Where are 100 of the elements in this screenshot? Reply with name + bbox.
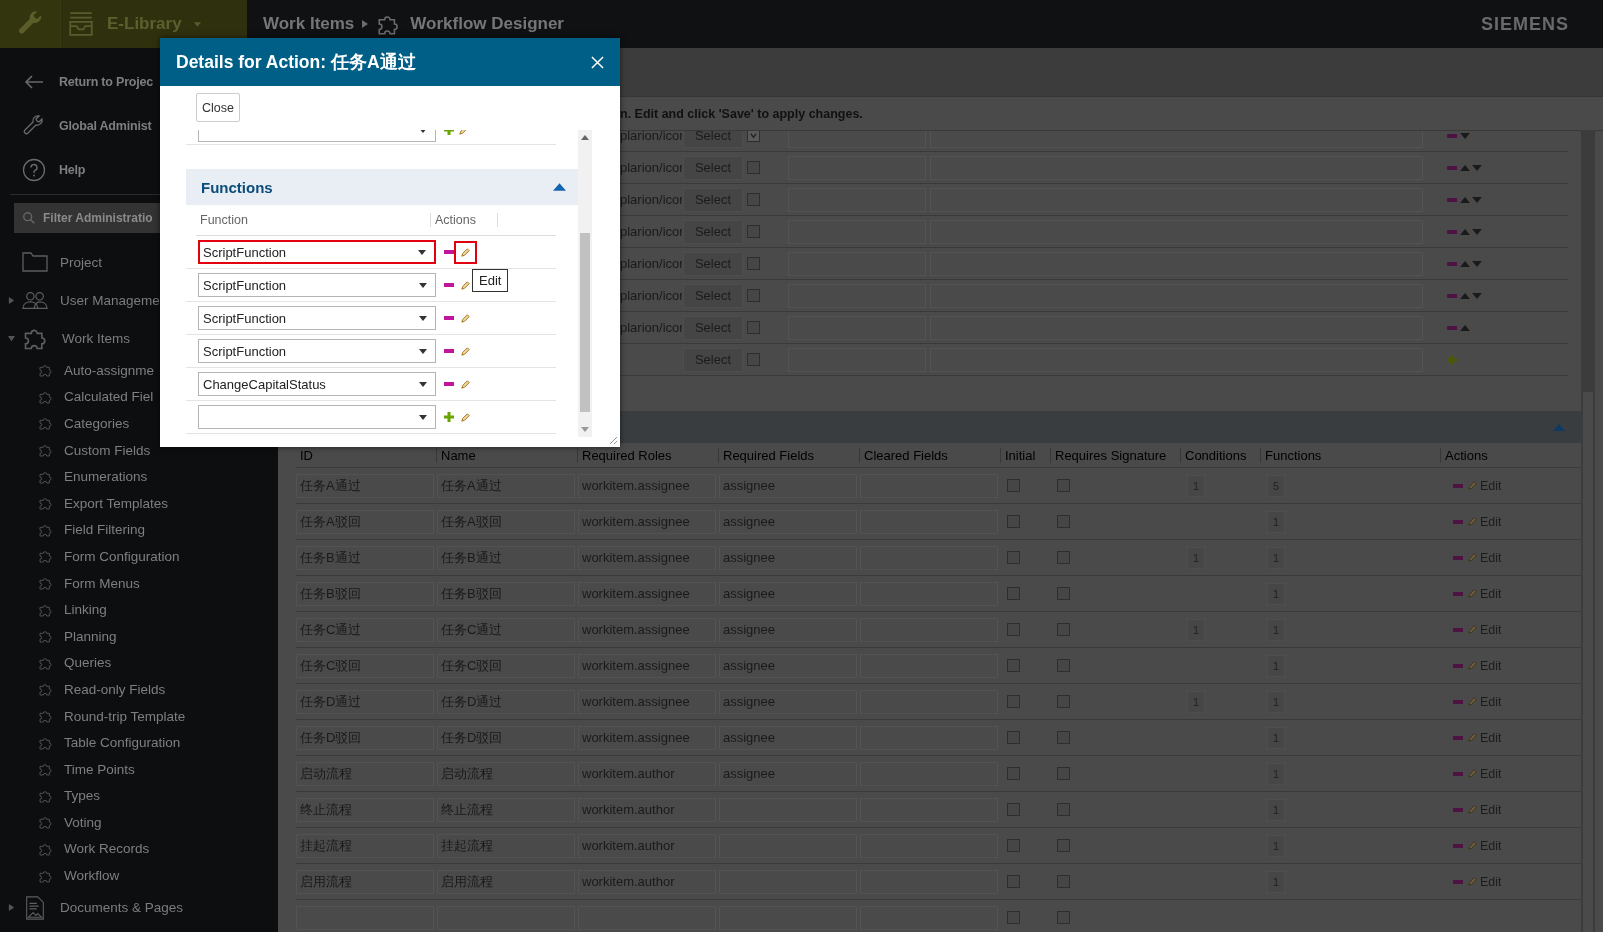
checkbox[interactable] <box>747 161 760 174</box>
tree-item[interactable]: Planning <box>0 622 278 650</box>
pencil-icon[interactable] <box>1467 552 1478 563</box>
checkbox[interactable] <box>1057 551 1070 564</box>
expand-arrow-icon[interactable] <box>7 904 15 912</box>
dropdown[interactable]: ScriptFunction <box>198 240 436 264</box>
checkbox[interactable] <box>747 289 760 302</box>
checkbox[interactable] <box>1007 695 1020 708</box>
remove-icon[interactable] <box>444 316 454 320</box>
reorder-icon[interactable] <box>1460 132 1470 139</box>
checkbox[interactable] <box>1057 695 1070 708</box>
tree-item[interactable]: Export Templates <box>0 489 278 517</box>
pencil-icon[interactable] <box>1467 804 1478 815</box>
reorder-icon[interactable] <box>1460 164 1482 171</box>
remove-icon[interactable] <box>1447 133 1457 138</box>
checkbox[interactable] <box>1007 479 1020 492</box>
tree-item[interactable]: Documents & Pages <box>0 888 278 927</box>
remove-icon[interactable] <box>1453 735 1463 740</box>
remove-icon[interactable] <box>1453 843 1463 848</box>
tree-item[interactable]: Queries <box>0 649 278 677</box>
tree-item[interactable]: Voting <box>0 809 278 836</box>
remove-icon[interactable] <box>444 250 454 254</box>
checkbox[interactable] <box>1007 767 1020 780</box>
dropdown[interactable]: ScriptFunction <box>198 273 436 297</box>
remove-icon[interactable] <box>1453 663 1463 668</box>
pencil-icon[interactable] <box>1467 660 1478 671</box>
tree-item[interactable]: Read-only Fields <box>0 676 278 703</box>
tree-item[interactable]: Workflow <box>0 862 278 889</box>
checkbox[interactable] <box>1007 659 1020 672</box>
tree-item[interactable]: Work Records <box>0 835 278 863</box>
scroll-down-icon[interactable] <box>581 427 589 432</box>
tree-item[interactable]: Time Points <box>0 755 278 783</box>
checkbox[interactable] <box>747 257 760 270</box>
checkbox[interactable] <box>1007 731 1020 744</box>
checkbox[interactable] <box>1007 911 1020 924</box>
tree-item[interactable]: Categories <box>0 410 278 437</box>
tree-item[interactable]: Form Configuration <box>0 543 278 570</box>
pencil-icon[interactable] <box>1467 768 1478 779</box>
checkbox[interactable] <box>1057 803 1070 816</box>
pencil-icon[interactable] <box>1467 840 1478 851</box>
close-button[interactable]: Close <box>196 93 240 122</box>
pencil-icon[interactable] <box>1467 876 1478 887</box>
checkbox[interactable] <box>747 225 760 238</box>
pencil-icon[interactable] <box>460 411 471 423</box>
checkbox[interactable] <box>1057 875 1070 888</box>
tree-item[interactable]: Types <box>0 782 278 810</box>
checkbox[interactable] <box>1057 731 1070 744</box>
tree-item[interactable]: Field Filtering <box>0 516 278 544</box>
reorder-icon[interactable] <box>1460 260 1482 267</box>
checkbox[interactable] <box>1057 479 1070 492</box>
remove-icon[interactable] <box>1447 229 1457 234</box>
input-field[interactable] <box>930 131 1423 148</box>
dropdown[interactable] <box>198 405 436 429</box>
breadcrumb-item[interactable]: Work Items <box>263 14 355 34</box>
remove-icon[interactable] <box>1453 627 1463 632</box>
reorder-icon[interactable] <box>1460 228 1482 235</box>
pencil-icon[interactable] <box>1467 588 1478 599</box>
remove-icon[interactable] <box>1453 483 1463 488</box>
add-icon[interactable] <box>444 412 454 422</box>
checkbox[interactable] <box>1007 623 1020 636</box>
checkbox[interactable] <box>1057 659 1070 672</box>
remove-icon[interactable] <box>1447 261 1457 266</box>
checkbox[interactable] <box>747 131 760 142</box>
pencil-icon[interactable] <box>460 345 471 357</box>
checkbox[interactable] <box>1007 875 1020 888</box>
pencil-icon[interactable] <box>1467 696 1478 707</box>
pencil-icon[interactable] <box>1467 516 1478 527</box>
checkbox[interactable] <box>1057 623 1070 636</box>
checkbox[interactable] <box>1007 551 1020 564</box>
input-field[interactable] <box>788 131 926 148</box>
close-icon[interactable] <box>591 55 604 69</box>
remove-icon[interactable] <box>1453 519 1463 524</box>
scrollbar[interactable] <box>578 130 592 437</box>
remove-icon[interactable] <box>444 349 454 353</box>
tree-item[interactable]: Custom Fields <box>0 436 278 464</box>
tree-item[interactable]: Table Configuration <box>0 729 278 756</box>
checkbox[interactable] <box>1057 515 1070 528</box>
checkbox[interactable] <box>1007 587 1020 600</box>
remove-icon[interactable] <box>1447 197 1457 202</box>
checkbox[interactable] <box>747 193 760 206</box>
collapse-arrow-icon[interactable] <box>553 183 566 191</box>
dropdown[interactable]: ChangeCapitalStatus <box>198 372 436 396</box>
expand-arrow-icon[interactable] <box>7 296 15 304</box>
resize-grip-icon[interactable] <box>609 436 617 444</box>
pencil-icon[interactable] <box>460 312 471 324</box>
checkbox[interactable] <box>1057 911 1070 924</box>
reorder-icon[interactable] <box>1460 324 1470 331</box>
checkbox[interactable] <box>1057 839 1070 852</box>
dropdown[interactable]: ScriptFunction <box>198 306 436 330</box>
pencil-icon[interactable] <box>460 378 471 390</box>
remove-icon[interactable] <box>1453 699 1463 704</box>
tree-item[interactable]: Linking <box>0 596 278 623</box>
pencil-icon[interactable] <box>1467 480 1478 491</box>
checkbox[interactable] <box>747 321 760 334</box>
checkbox[interactable] <box>747 353 760 366</box>
checkbox[interactable] <box>1007 803 1020 816</box>
collapse-arrow-icon[interactable] <box>7 334 15 342</box>
checkbox[interactable] <box>1007 515 1020 528</box>
reorder-icon[interactable] <box>1460 196 1482 203</box>
pencil-icon[interactable] <box>1467 624 1478 635</box>
